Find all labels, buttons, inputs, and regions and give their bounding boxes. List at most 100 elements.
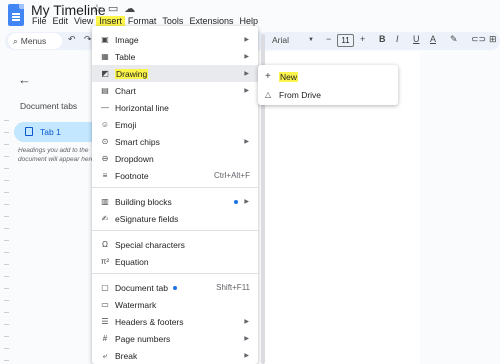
- new-feature-dot: [234, 199, 238, 204]
- move-folder-icon[interactable]: ▭: [108, 2, 118, 15]
- menu-item-special-characters[interactable]: Ω Special characters: [92, 236, 258, 253]
- horizontal-line-icon: —: [101, 103, 109, 112]
- title-actions: ☆ ▭ ☁: [92, 2, 135, 15]
- menu-item-label: Smart chips: [115, 136, 160, 147]
- menu-item-label: Horizontal line: [115, 102, 169, 113]
- document-tabs-heading: Document tabs: [20, 101, 78, 111]
- highlight-pen-icon[interactable]: ✎: [450, 34, 458, 45]
- chart-icon: ▤: [101, 86, 109, 95]
- smart-chips-icon: ⊙: [101, 137, 109, 146]
- menu-item-label: Special characters: [115, 239, 185, 250]
- menu-divider: [92, 230, 258, 231]
- menu-edit[interactable]: Edit: [50, 16, 72, 27]
- new-feature-dot: [173, 285, 177, 290]
- menu-item-horizontal-line[interactable]: — Horizontal line: [92, 99, 258, 116]
- decrease-font-icon[interactable]: −: [326, 34, 331, 44]
- menu-view[interactable]: View: [71, 16, 96, 27]
- watermark-icon: ▭: [101, 300, 109, 309]
- menu-item-building-blocks[interactable]: ▥ Building blocks ▶: [92, 193, 258, 210]
- menu-item-smart-chips[interactable]: ⊙ Smart chips ▶: [92, 133, 258, 150]
- italic-icon[interactable]: I: [396, 34, 399, 44]
- menu-item-emoji[interactable]: ☺ Emoji: [92, 116, 258, 133]
- menu-item-label: Break: [115, 350, 138, 361]
- submenu-item-label: From Drive: [279, 89, 322, 100]
- headers-footers-icon: ☰: [101, 317, 109, 326]
- submenu-item-new[interactable]: + New: [258, 68, 398, 85]
- menu-item-label: Table: [115, 51, 136, 62]
- menu-item-chart[interactable]: ▤ Chart ▶: [92, 82, 258, 99]
- undo-icon[interactable]: ↶: [68, 34, 76, 45]
- tabs-outline-panel: [0, 52, 100, 364]
- submenu-item-from-drive[interactable]: △ From Drive: [258, 86, 398, 103]
- search-icon: ⌕: [13, 35, 18, 46]
- menu-item-label: Document tab: [115, 282, 168, 293]
- footnote-icon: ≡: [102, 171, 108, 180]
- menu-divider: [92, 187, 258, 188]
- emoji-icon: ☺: [100, 120, 110, 129]
- drive-icon: △: [265, 90, 272, 99]
- menu-item-label: Watermark: [115, 299, 157, 310]
- menu-item-document-tab[interactable]: ▢ Document tab Shift+F11: [92, 279, 258, 296]
- menu-file[interactable]: File: [29, 16, 50, 27]
- back-arrow-icon[interactable]: ←: [18, 72, 31, 87]
- docs-logo-icon[interactable]: [8, 4, 24, 26]
- menu-item-label: Building blocks: [115, 196, 172, 207]
- menu-item-headers-footers[interactable]: ☰ Headers & footers ▶: [92, 313, 258, 330]
- submenu-arrow-icon: ▶: [244, 54, 249, 60]
- redo-icon[interactable]: ↷: [84, 34, 92, 45]
- add-comment-icon[interactable]: ⊞: [489, 34, 497, 45]
- break-icon: ⤶: [102, 350, 108, 360]
- tab-icon: [25, 127, 33, 136]
- font-family-select[interactable]: Arial: [272, 35, 289, 45]
- menu-item-label: Image: [115, 34, 139, 45]
- bold-icon[interactable]: B: [379, 34, 386, 44]
- dropdown-icon: ⊖: [101, 154, 109, 163]
- submenu-arrow-icon: ▶: [244, 353, 249, 359]
- menu-item-page-numbers[interactable]: # Page numbers ▶: [92, 330, 258, 347]
- increase-font-icon[interactable]: +: [360, 34, 365, 44]
- star-icon[interactable]: ☆: [92, 2, 102, 15]
- building-blocks-icon: ▥: [101, 197, 109, 206]
- underline-icon[interactable]: U: [413, 34, 420, 44]
- font-dropdown-icon[interactable]: ▼: [308, 37, 314, 43]
- tab-1-label: Tab 1: [40, 127, 61, 137]
- font-size-input[interactable]: 11: [337, 34, 354, 47]
- menu-item-dropdown[interactable]: ⊖ Dropdown: [92, 150, 258, 167]
- menu-item-label: eSignature fields: [115, 213, 179, 224]
- menu-item-footnote[interactable]: ≡ Footnote Ctrl+Alt+F: [92, 167, 258, 184]
- submenu-item-label: New: [279, 71, 299, 82]
- submenu-arrow-icon: ▶: [244, 139, 249, 145]
- submenu-arrow-icon: ▶: [244, 37, 249, 43]
- menu-item-image[interactable]: ▣ Image ▶: [92, 31, 258, 48]
- menu-item-break[interactable]: ⤶ Break ▶: [92, 347, 258, 364]
- headings-hint: Headings you add to the document will ap…: [18, 147, 97, 163]
- menu-item-equation[interactable]: π² Equation: [92, 253, 258, 270]
- omega-icon: Ω: [102, 240, 108, 249]
- submenu-arrow-icon: ▶: [244, 71, 249, 77]
- table-icon: ▦: [101, 52, 109, 61]
- pi-icon: π²: [100, 257, 110, 266]
- menu-item-label: Chart: [115, 85, 136, 96]
- plus-icon: +: [265, 71, 271, 82]
- cloud-status-icon[interactable]: ☁: [124, 2, 135, 15]
- menu-item-esignature-fields[interactable]: ✍ eSignature fields: [92, 210, 258, 227]
- menu-item-label: Page numbers: [115, 333, 171, 344]
- page-margin: [420, 52, 500, 364]
- vertical-ruler: [4, 120, 9, 364]
- menu-item-drawing[interactable]: ◩ Drawing ▶: [92, 65, 258, 82]
- drawing-icon: ◩: [101, 69, 109, 78]
- menus-search-button[interactable]: ⌕ Menus: [8, 33, 62, 49]
- submenu-arrow-icon: ▶: [244, 88, 249, 94]
- text-color-icon[interactable]: A: [430, 34, 436, 44]
- menu-item-table[interactable]: ▦ Table ▶: [92, 48, 258, 65]
- hash-icon: #: [102, 334, 108, 343]
- menu-item-label: Equation: [115, 256, 149, 267]
- submenu-arrow-icon: ▶: [244, 199, 249, 205]
- menu-item-watermark[interactable]: ▭ Watermark: [92, 296, 258, 313]
- menu-item-label: Footnote: [115, 170, 149, 181]
- menu-item-label: Dropdown: [115, 153, 154, 164]
- submenu-arrow-icon: ▶: [244, 336, 249, 342]
- menu-item-label: Headers & footers: [115, 316, 184, 327]
- link-icon[interactable]: ⊂⊃: [471, 34, 486, 45]
- menu-item-label: Drawing: [115, 68, 149, 79]
